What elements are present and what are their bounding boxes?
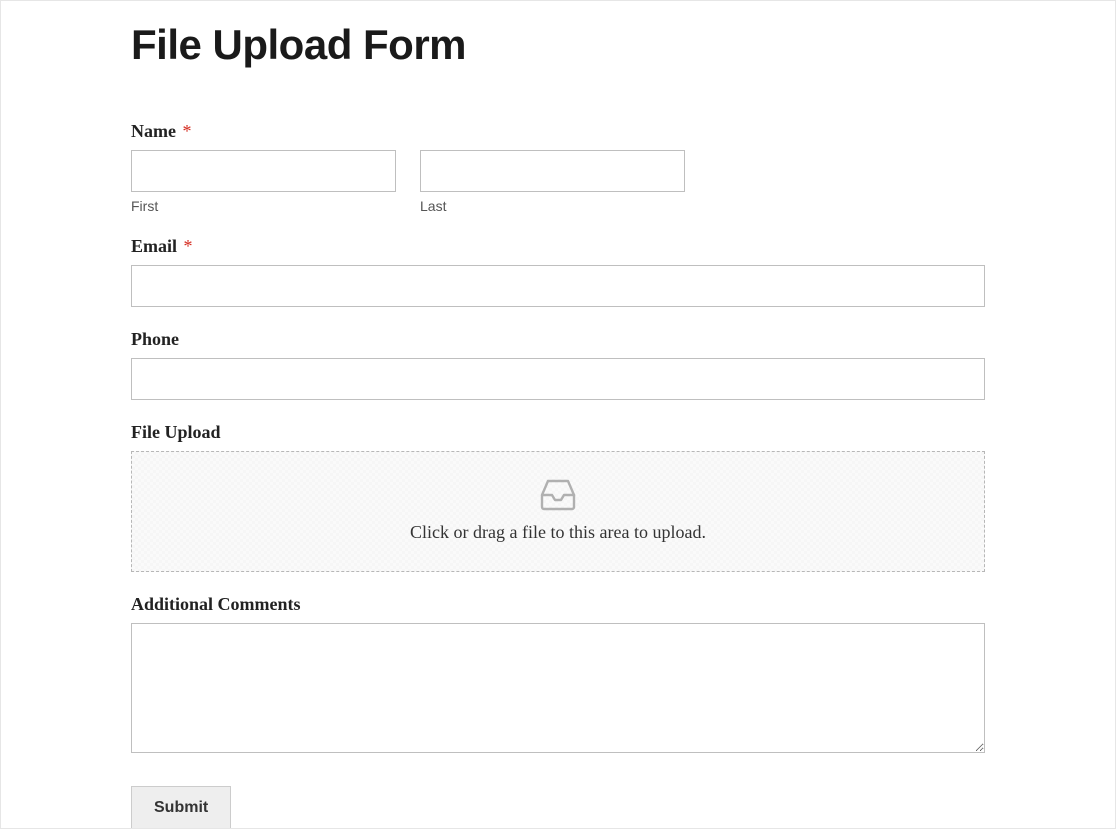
email-label-row: Email * xyxy=(131,236,985,257)
field-name: Name * First Last xyxy=(131,121,985,214)
email-input[interactable] xyxy=(131,265,985,307)
last-name-col: Last xyxy=(420,150,685,214)
field-phone: Phone xyxy=(131,329,985,400)
field-comments: Additional Comments xyxy=(131,594,985,758)
first-name-input[interactable] xyxy=(131,150,396,192)
form-content: File Upload Form Name * First Last E xyxy=(1,1,1115,829)
submit-button[interactable]: Submit xyxy=(131,786,231,829)
inbox-icon xyxy=(539,478,577,512)
comments-label: Additional Comments xyxy=(131,594,985,615)
name-inputs-row: First Last xyxy=(131,150,685,214)
page-title: File Upload Form xyxy=(131,21,985,69)
field-email: Email * xyxy=(131,236,985,307)
required-marker: * xyxy=(182,121,191,141)
required-marker: * xyxy=(184,236,193,256)
file-upload-label: File Upload xyxy=(131,422,985,443)
email-label: Email xyxy=(131,236,177,256)
last-name-input[interactable] xyxy=(420,150,685,192)
comments-textarea[interactable] xyxy=(131,623,985,753)
first-name-col: First xyxy=(131,150,396,214)
name-label-row: Name * xyxy=(131,121,985,142)
dropzone-text: Click or drag a file to this area to upl… xyxy=(142,522,974,543)
phone-label: Phone xyxy=(131,329,985,350)
first-name-sublabel: First xyxy=(131,198,396,214)
field-file-upload: File Upload Click or drag a file to this… xyxy=(131,422,985,572)
last-name-sublabel: Last xyxy=(420,198,685,214)
phone-input[interactable] xyxy=(131,358,985,400)
form-container: File Upload Form Name * First Last E xyxy=(0,0,1116,829)
name-label: Name xyxy=(131,121,176,141)
file-upload-dropzone[interactable]: Click or drag a file to this area to upl… xyxy=(131,451,985,572)
